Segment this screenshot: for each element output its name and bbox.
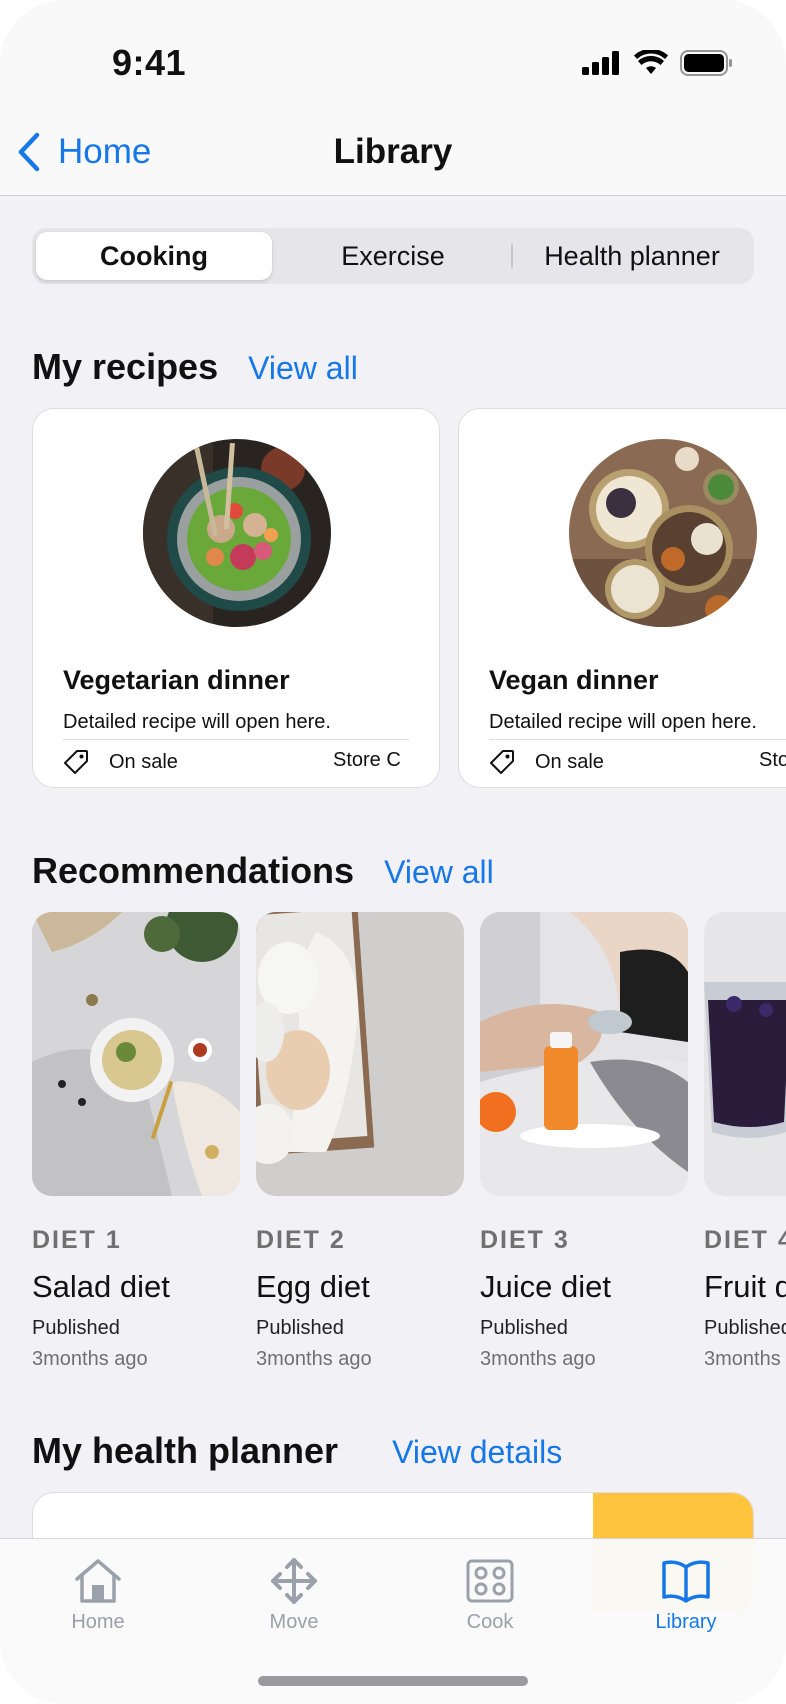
recommendation-title: Juice diet: [480, 1269, 611, 1304]
tab-label: Cook: [466, 1611, 514, 1633]
recommendation-status: Published: [32, 1317, 120, 1339]
recommendation-time: 3months ago: [32, 1348, 148, 1370]
segment-exercise[interactable]: Exercise: [275, 232, 511, 280]
status-time: 9:41: [112, 42, 187, 83]
recommendation-time: 3months ago: [704, 1348, 786, 1370]
recommendation-time: 3months ago: [256, 1348, 372, 1370]
recipe-name: Vegan dinner: [489, 665, 659, 695]
recommendation-title: Fruit diet: [704, 1269, 786, 1304]
health-planner-view-details-link[interactable]: View details: [392, 1434, 562, 1471]
recommendation-item[interactable]: DIET 1 Salad diet Published 3months ago: [32, 912, 240, 1371]
recommendation-tag: DIET 3: [480, 1226, 570, 1254]
my-recipes-header: My recipes View all: [32, 346, 358, 388]
recommendation-item[interactable]: DIET 3 Juice diet Published 3months ago: [480, 912, 688, 1371]
house-icon: [75, 1559, 121, 1603]
recipe-store: Store C: [333, 749, 401, 771]
grain-bowls-photo: [569, 439, 757, 627]
recipe-name: Vegetarian dinner: [63, 665, 290, 695]
recommendation-tag: DIET 2: [256, 1226, 346, 1254]
page-title: Library: [333, 132, 453, 171]
recipe-sale-label: On sale: [109, 750, 178, 773]
salad-bowl-photo: [143, 439, 331, 627]
recommendation-item[interactable]: DIET 4 Fruit diet Published 3months ago: [704, 912, 786, 1371]
wifi-icon: [634, 50, 668, 74]
tab-library[interactable]: Library: [606, 1557, 766, 1634]
eggs-photo: [256, 912, 464, 1196]
juice-photo: [480, 912, 688, 1196]
stove-icon: [466, 1559, 514, 1603]
recipe-divider: [63, 739, 409, 740]
segmented-control: Cooking Exercise Health planner: [32, 228, 754, 284]
recipe-sale-info: On sale: [489, 749, 604, 775]
segment-cooking[interactable]: Cooking: [36, 232, 272, 280]
recipe-card-vegetarian[interactable]: Vegetarian dinner Detailed recipe will o…: [32, 408, 440, 788]
recommendation-title: Salad diet: [32, 1269, 170, 1304]
segment-health-planner[interactable]: Health planner: [514, 232, 750, 280]
recommendations-header: Recommendations View all: [32, 850, 494, 892]
my-recipes-title: My recipes: [32, 346, 219, 387]
cellular-signal-icon: [582, 51, 619, 75]
segment-divider: [511, 244, 513, 268]
recipe-card-vegan[interactable]: Vegan dinner Detailed recipe will open h…: [458, 408, 786, 788]
tab-cook[interactable]: Cook: [410, 1557, 570, 1634]
recommendation-tag: DIET 1: [32, 1226, 122, 1254]
recipe-store: Store C: [759, 749, 786, 771]
battery-icon: [680, 50, 732, 76]
tab-label: Home: [71, 1611, 125, 1633]
recipe-description: Detailed recipe will open here.: [63, 711, 331, 733]
tab-move[interactable]: Move: [214, 1557, 374, 1634]
health-planner-header: My health planner View details: [32, 1430, 562, 1472]
recommendation-item[interactable]: DIET 2 Egg diet Published 3months ago: [256, 912, 464, 1371]
recommendations-view-all-link[interactable]: View all: [384, 854, 494, 891]
tab-label: Library: [655, 1611, 717, 1633]
phone-screen: 9:41 Home Library Cooking Exercise Healt…: [0, 0, 786, 1704]
recipe-sale-info: On sale: [63, 749, 178, 775]
book-icon: [662, 1560, 710, 1603]
move-arrows-icon: [271, 1558, 317, 1604]
recommendation-status: Published: [704, 1317, 786, 1339]
health-planner-title: My health planner: [32, 1430, 339, 1471]
fruit-drink-photo: [704, 912, 786, 1196]
recommendation-time: 3months ago: [480, 1348, 596, 1370]
status-bar: 9:41: [0, 0, 786, 120]
navigation-bar: Home Library: [0, 120, 786, 196]
recipe-divider: [489, 739, 786, 740]
tag-icon: [64, 750, 88, 774]
recommendation-status: Published: [480, 1317, 568, 1339]
tab-label: Move: [269, 1611, 319, 1633]
recipe-sale-label: On sale: [535, 750, 604, 773]
salad-plate-photo: [32, 912, 240, 1196]
home-indicator[interactable]: [258, 1676, 528, 1686]
status-icons: [582, 50, 734, 76]
my-recipes-view-all-link[interactable]: View all: [248, 350, 358, 387]
tag-icon: [490, 750, 514, 774]
recommendation-status: Published: [256, 1317, 344, 1339]
recommendation-title: Egg diet: [256, 1269, 370, 1304]
recipe-description: Detailed recipe will open here.: [489, 711, 757, 733]
tab-home[interactable]: Home: [18, 1557, 178, 1634]
recommendations-title: Recommendations: [32, 850, 355, 891]
recommendation-tag: DIET 4: [704, 1226, 786, 1254]
